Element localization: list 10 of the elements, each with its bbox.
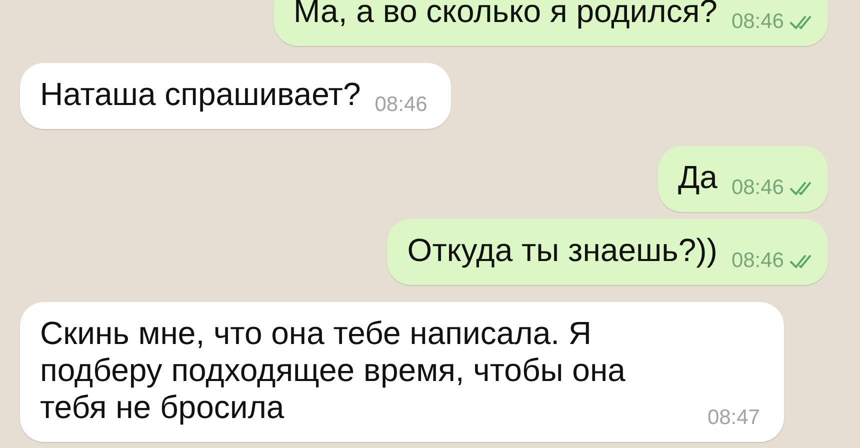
message-text: Откуда ты знаешь?)) xyxy=(407,232,718,269)
message-time: 08:46 xyxy=(731,249,784,273)
message-text: Скинь мне, что она тебе написала. Я подберу подходящее время, чтобы она тебя не бросила xyxy=(40,315,626,426)
message-text: Да xyxy=(678,159,718,196)
message-text: Ма, а во сколько я родился? xyxy=(294,0,718,30)
message-time: 08:46 xyxy=(731,176,784,200)
message-time: 08:46 xyxy=(374,93,428,117)
message-text: Наташа спрашивает? xyxy=(40,76,361,113)
message-time: 08:47 xyxy=(707,406,760,430)
message-time: 08:46 xyxy=(731,10,784,34)
